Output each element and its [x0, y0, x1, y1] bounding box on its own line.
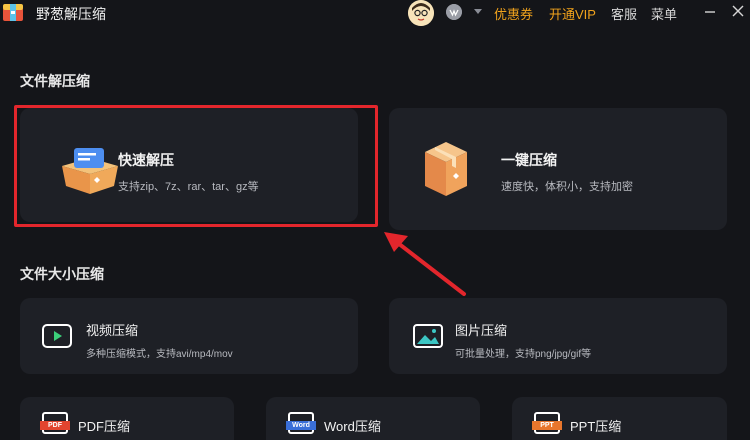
word-icon: Word	[286, 412, 316, 434]
minimize-icon[interactable]	[698, 2, 722, 20]
chevron-down-icon[interactable]	[474, 9, 482, 14]
avatar-face-icon	[408, 0, 434, 26]
word-icon-label: Word	[286, 421, 316, 430]
annotation-arrow-icon	[384, 232, 466, 296]
image-icon	[413, 324, 443, 348]
video-compress-card[interactable]: 视频压缩 多种压缩模式，支持avi/mp4/mov	[20, 298, 358, 374]
quick-extract-card[interactable]: 快速解压 支持zip、7z、rar、tar、gz等	[20, 108, 358, 222]
quick-extract-subtitle: 支持zip、7z、rar、tar、gz等	[118, 181, 259, 193]
app-title: 野葱解压缩	[36, 6, 106, 22]
coupon-link[interactable]: 优惠券	[494, 4, 533, 23]
pdf-compress-title: PDF压缩	[78, 419, 131, 434]
title-bar: 野葱解压缩 优惠券 开通VIP 客服 菜单	[0, 0, 750, 28]
user-avatar[interactable]	[408, 0, 434, 26]
ppt-compress-card[interactable]: PPT PPT压缩	[512, 397, 727, 440]
video-compress-subtitle: 多种压缩模式，支持avi/mp4/mov	[86, 349, 233, 360]
image-compress-subtitle: 可批量处理，支持png/jpg/gif等	[455, 349, 592, 360]
section-title-file-extract: 文件解压缩	[20, 73, 90, 89]
image-compress-title: 图片压缩	[455, 323, 508, 338]
vip-badge-icon[interactable]	[446, 4, 462, 20]
one-click-compress-title: 一键压缩	[501, 152, 557, 168]
word-compress-title: Word压缩	[324, 419, 381, 434]
word-compress-card[interactable]: Word Word压缩	[266, 397, 480, 440]
quick-extract-title: 快速解压	[118, 152, 174, 168]
section-title-size-compress: 文件大小压缩	[20, 266, 104, 282]
ppt-icon: PPT	[532, 412, 562, 434]
ppt-compress-title: PPT压缩	[570, 419, 622, 434]
pdf-icon-label: PDF	[40, 421, 70, 430]
image-compress-card[interactable]: 图片压缩 可批量处理，支持png/jpg/gif等	[389, 298, 727, 374]
customer-service-link[interactable]: 客服	[611, 4, 637, 23]
one-click-compress-subtitle: 速度快，体积小，支持加密	[501, 181, 633, 193]
box-open-icon	[62, 148, 118, 194]
ppt-icon-label: PPT	[532, 421, 562, 430]
one-click-compress-card[interactable]: 一键压缩 速度快，体积小，支持加密	[389, 108, 727, 230]
video-compress-title: 视频压缩	[86, 323, 139, 338]
box-closed-icon	[425, 142, 467, 196]
open-vip-link[interactable]: 开通VIP	[549, 4, 596, 23]
video-icon	[42, 324, 72, 348]
pdf-compress-card[interactable]: PDF PDF压缩	[20, 397, 234, 440]
pdf-icon: PDF	[40, 412, 70, 434]
app-logo-icon	[3, 4, 23, 21]
menu-link[interactable]: 菜单	[651, 4, 677, 23]
close-icon[interactable]	[726, 2, 750, 20]
